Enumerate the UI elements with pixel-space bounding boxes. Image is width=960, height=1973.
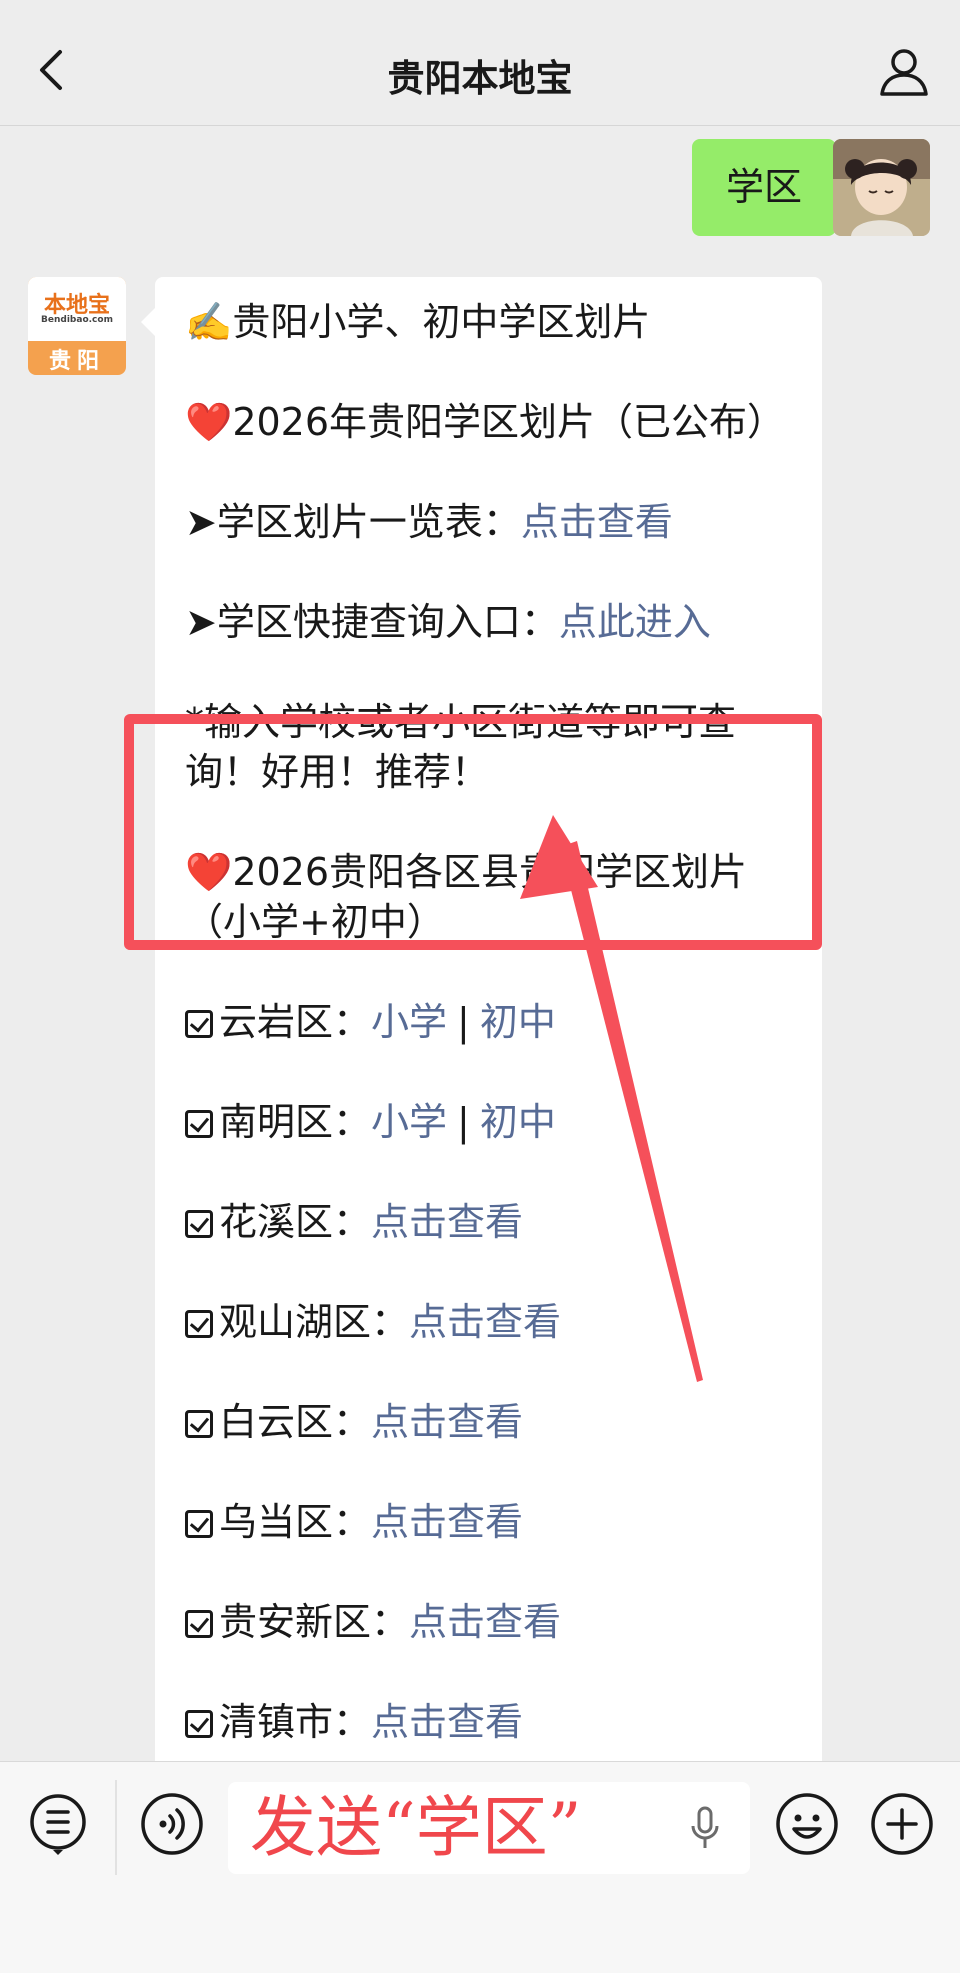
district-row: 观山湖区：点击查看 [185, 1297, 805, 1347]
district-link[interactable]: 点击查看 [371, 1700, 523, 1744]
district-row: 南明区：小学 | 初中 [185, 1097, 805, 1147]
add-plus-icon[interactable] [870, 1792, 934, 1856]
district-link-middle[interactable]: 初中 [480, 1100, 556, 1144]
district-row: 云岩区：小学 | 初中 [185, 997, 805, 1047]
district-row: 清镇市：点击查看 [185, 1697, 805, 1747]
chat-title: 贵阳本地宝 [387, 57, 573, 100]
district-link[interactable]: 点击查看 [409, 1600, 561, 1644]
input-bar: 发送“学区” [0, 1761, 960, 1973]
highlight-annotation-box [124, 714, 822, 950]
district-link[interactable]: 点击查看 [371, 1400, 523, 1444]
input-bar-divider [115, 1780, 117, 1875]
checkbox-icon [185, 1410, 213, 1438]
profile-icon[interactable] [876, 44, 932, 100]
menu-list-icon[interactable] [26, 1792, 90, 1856]
quick-query-row: ➤学区快捷查询入口：点此进入 [185, 597, 805, 647]
checkbox-icon [185, 1510, 213, 1538]
nav-bar: 贵阳本地宝 [0, 0, 960, 126]
emoji-icon[interactable] [775, 1792, 839, 1856]
checkbox-icon [185, 1110, 213, 1138]
list-table-label: ➤学区划片一览表： [185, 500, 521, 544]
district-row: 花溪区：点击查看 [185, 1197, 805, 1247]
district-link[interactable]: 点击查看 [371, 1500, 523, 1544]
checkbox-icon [185, 1310, 213, 1338]
district-link-middle[interactable]: 初中 [480, 1000, 556, 1044]
list-table-row: ➤学区划片一览表：点击查看 [185, 497, 805, 547]
avatar-city-text: 贵阳 [48, 349, 105, 374]
checkbox-icon [185, 1610, 213, 1638]
district-link-primary[interactable]: 小学 [371, 1100, 447, 1144]
checkbox-icon [185, 1210, 213, 1238]
voice-mode-icon[interactable] [140, 1792, 204, 1856]
input-overlay-text: 发送“学区” [250, 1789, 582, 1866]
district-row: 乌当区：点击查看 [185, 1497, 805, 1547]
district-link-primary[interactable]: 小学 [371, 1000, 447, 1044]
chat-area[interactable]: 学区 本地宝 Bendibao.com 贵阳 ✍️贵阳小学、初中学区划片 ❤️2… [0, 127, 960, 1761]
district-row: 白云区：点击查看 [185, 1397, 805, 1447]
list-table-link[interactable]: 点击查看 [521, 500, 673, 544]
district-link[interactable]: 点击查看 [409, 1300, 561, 1344]
my-avatar[interactable] [833, 139, 930, 236]
message-input[interactable]: 发送“学区” [228, 1782, 750, 1874]
reply-message-bubble: ✍️贵阳小学、初中学区划片 ❤️2026年贵阳学区划片（已公布） ➤学区划片一览… [141, 277, 822, 1761]
official-account-avatar[interactable]: 本地宝 Bendibao.com 贵阳 [28, 277, 126, 375]
my-message-bubble[interactable]: 学区 [691, 139, 851, 236]
quick-query-label: ➤学区快捷查询入口： [185, 600, 559, 644]
district-row: 贵安新区：点击查看 [185, 1597, 805, 1647]
checkbox-icon [185, 1010, 213, 1038]
checkbox-icon [185, 1710, 213, 1738]
message-subheading: ❤️2026年贵阳学区划片（已公布） [185, 400, 786, 444]
microphone-icon[interactable] [690, 1806, 720, 1852]
avatar-site-text: Bendibao.com [41, 315, 113, 325]
district-link[interactable]: 点击查看 [371, 1200, 523, 1244]
quick-query-link[interactable]: 点此进入 [559, 600, 711, 644]
message-heading: ✍️贵阳小学、初中学区划片 [185, 300, 651, 344]
